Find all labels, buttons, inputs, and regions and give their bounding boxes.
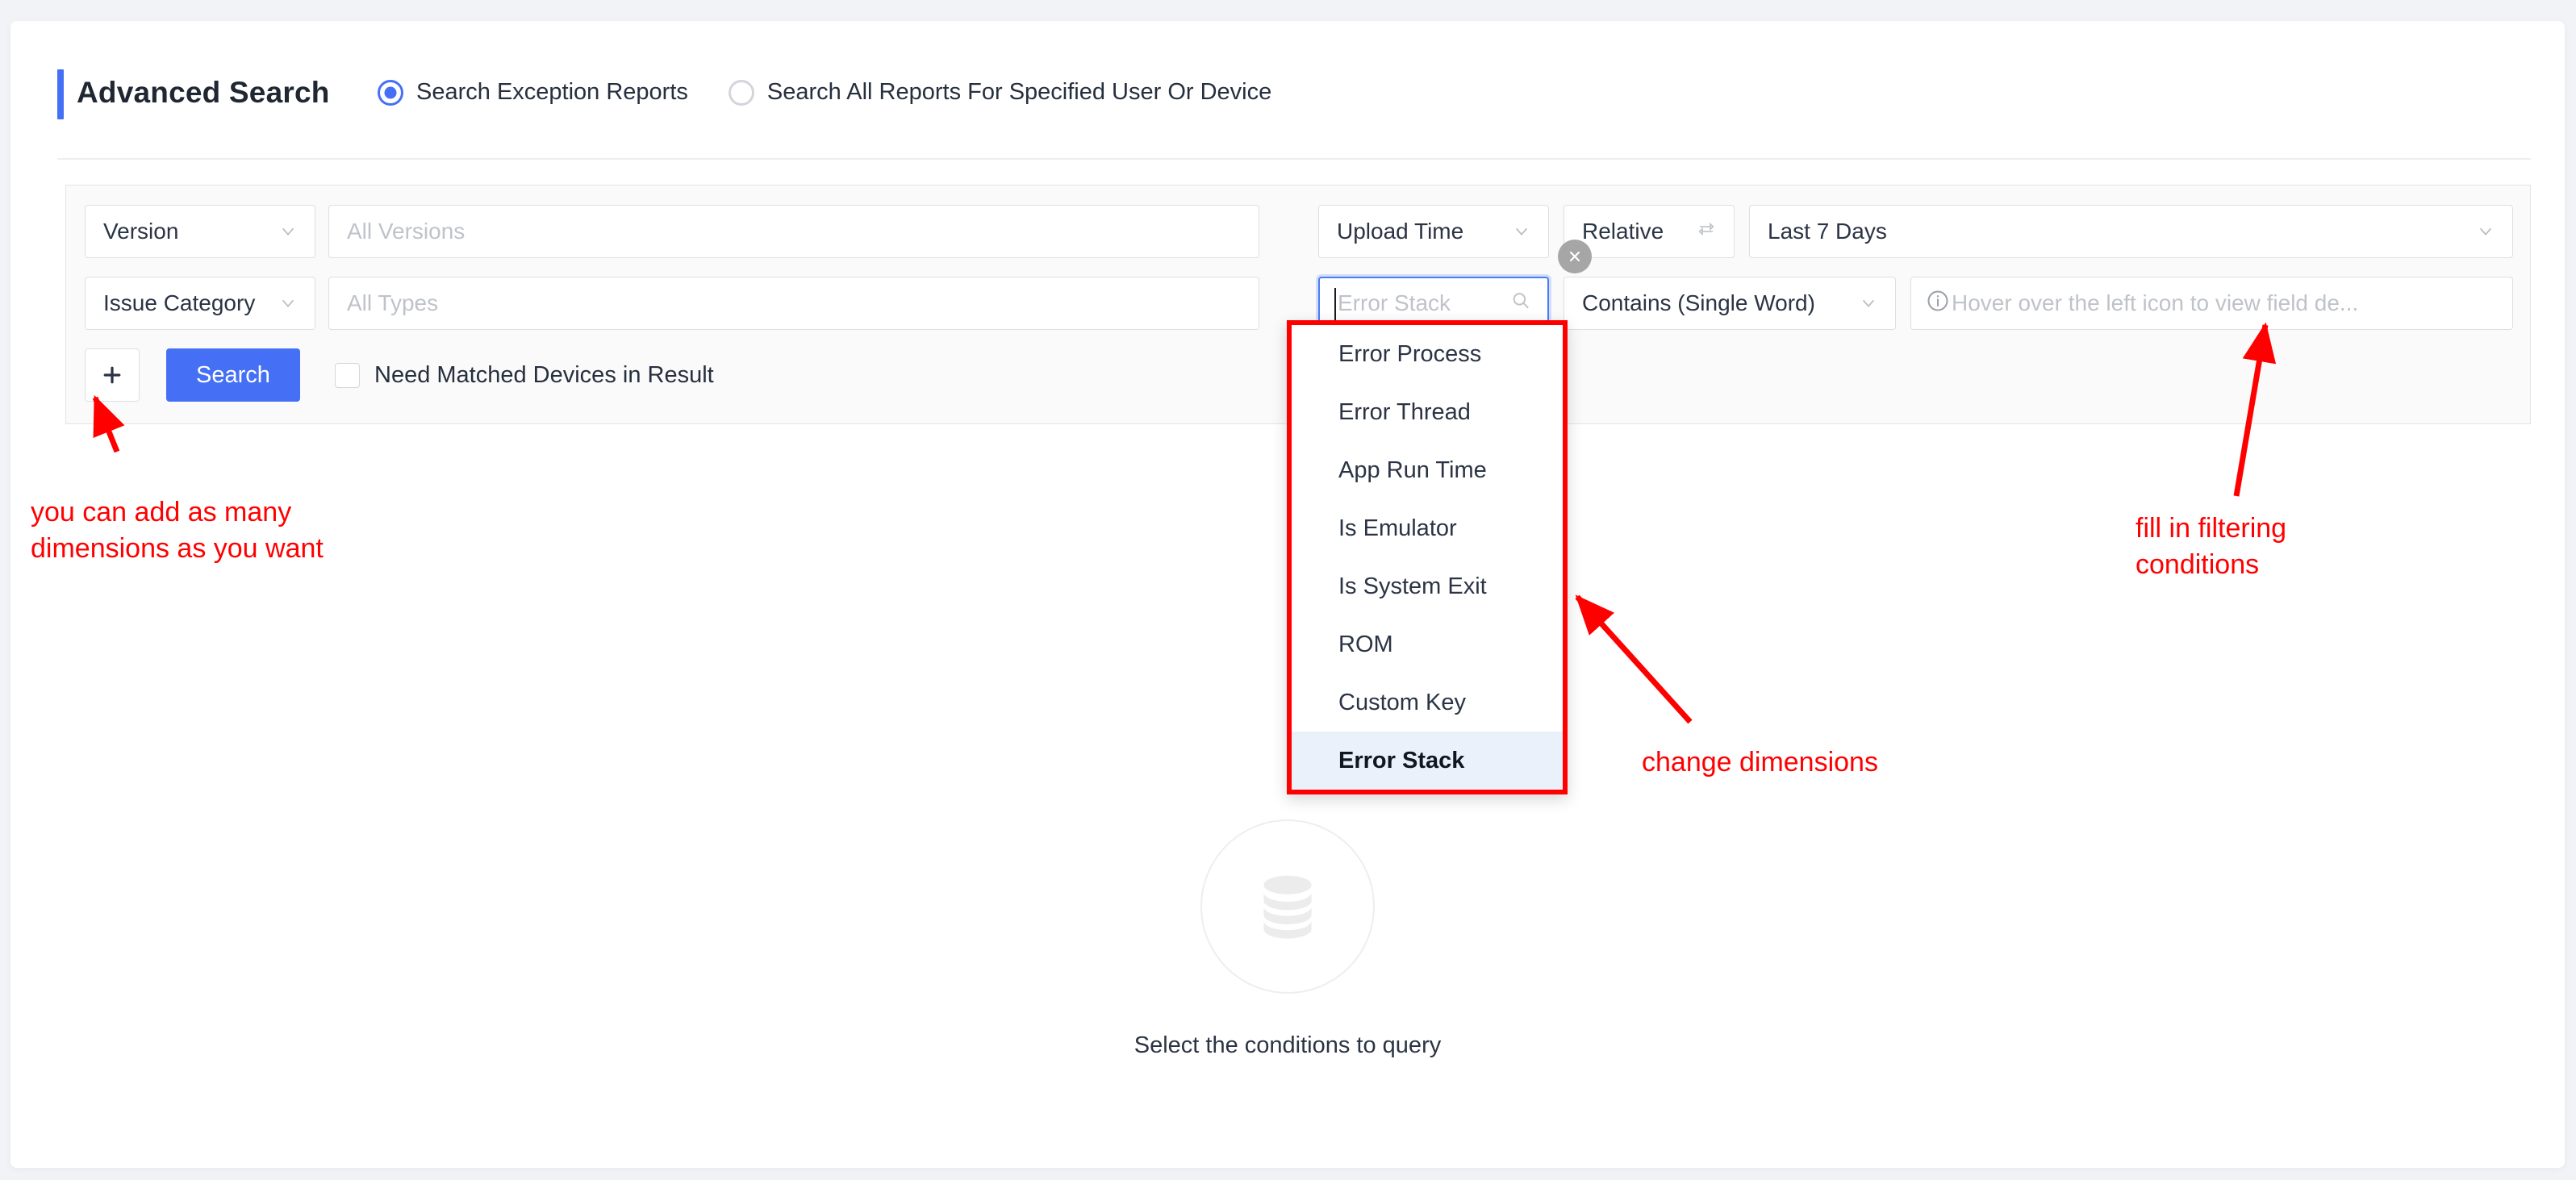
value-input-all-types-placeholder: All Types [347, 290, 439, 315]
dropdown-item-rom[interactable]: ROM [1292, 615, 1563, 673]
radio-search-exception-reports[interactable]: Search Exception Reports [378, 79, 688, 106]
dimension-select-upload-time[interactable]: Upload Time [1318, 205, 1549, 258]
dropdown-item-error-thread[interactable]: Error Thread [1292, 383, 1563, 441]
dimension-select-version[interactable]: Version [85, 205, 315, 258]
search-button-label: Search [196, 361, 270, 388]
radio-off-icon[interactable] [728, 79, 754, 106]
dimension-select-issue-category[interactable]: Issue Category [85, 277, 315, 330]
dimension-select-upload-time-label: Upload Time [1337, 219, 1464, 244]
condition-value-input[interactable]: Hover over the left icon to view field d… [1910, 277, 2513, 330]
dropdown-item-is-emulator[interactable]: Is Emulator [1292, 499, 1563, 557]
chevron-down-icon [1513, 223, 1530, 240]
chevron-down-icon [279, 294, 297, 312]
dropdown-item-error-stack[interactable]: Error Stack [1292, 732, 1563, 790]
chevron-down-icon [1860, 294, 1877, 312]
add-dimension-button[interactable] [85, 348, 140, 402]
dropdown-item-app-run-time[interactable]: App Run Time [1292, 441, 1563, 499]
dimension-dropdown-menu[interactable]: Error Process Error Thread App Run Time … [1287, 320, 1568, 794]
radio-search-all-reports[interactable]: Search All Reports For Specified User Or… [728, 79, 1272, 106]
operator-select-value: Contains (Single Word) [1582, 290, 1815, 315]
text-caret [1334, 288, 1336, 320]
dropdown-item-custom-key[interactable]: Custom Key [1292, 673, 1563, 732]
search-icon [1510, 290, 1531, 317]
radio-label-exception-reports: Search Exception Reports [416, 79, 688, 105]
radio-on-icon[interactable] [378, 79, 403, 106]
need-matched-devices-checkbox[interactable]: Need Matched Devices in Result [335, 348, 714, 402]
operator-select-contains[interactable]: Contains (Single Word) [1564, 277, 1896, 330]
time-range-select-value: Last 7 Days [1768, 219, 1887, 244]
database-icon [1263, 875, 1312, 939]
chevron-down-icon [279, 223, 297, 240]
swap-icon[interactable] [1697, 219, 1716, 244]
radio-label-all-reports: Search All Reports For Specified User Or… [766, 79, 1272, 105]
remove-condition-button[interactable] [1558, 240, 1592, 273]
dimension-select-issue-category-label: Issue Category [103, 290, 256, 315]
empty-state-message: Select the conditions to query [1134, 1032, 1442, 1058]
checkbox-box[interactable] [335, 362, 360, 388]
empty-state: Select the conditions to query [10, 819, 2565, 1059]
checkbox-label: Need Matched Devices in Result [374, 361, 714, 388]
dimension-search-input-placeholder: Error Stack [1338, 290, 1451, 315]
chevron-down-icon [2477, 223, 2495, 240]
value-input-all-types[interactable]: All Types [328, 277, 1259, 330]
page-header: Advanced Search Search Exception Reports… [10, 21, 2565, 160]
condition-value-input-placeholder: Hover over the left icon to view field d… [1952, 290, 2359, 315]
dimension-select-version-label: Version [103, 219, 179, 244]
page-title: Advanced Search [77, 76, 330, 109]
info-icon[interactable] [1926, 289, 1950, 319]
dropdown-item-is-system-exit[interactable]: Is System Exit [1292, 557, 1563, 615]
annotation-add-dimensions: you can add as many dimensions as you wa… [31, 497, 324, 564]
search-button[interactable]: Search [166, 348, 300, 402]
annotation-change-dimensions: change dimensions [1642, 747, 1878, 778]
empty-state-icon-circle [1200, 819, 1375, 994]
time-range-select-last-7-days[interactable]: Last 7 Days [1749, 205, 2513, 258]
app-root: Advanced Search Search Exception Reports… [0, 0, 2576, 1180]
value-input-all-versions-placeholder: All Versions [347, 219, 466, 244]
close-icon [1569, 251, 1580, 262]
value-input-all-versions[interactable]: All Versions [328, 205, 1259, 258]
title-accent-bar [57, 69, 64, 119]
header-divider [57, 158, 2531, 160]
search-mode-radio-group: Search Exception Reports Search All Repo… [378, 79, 1271, 106]
annotation-fill-conditions: fill in filtering conditions [2136, 513, 2287, 580]
dropdown-item-error-process[interactable]: Error Process [1292, 325, 1563, 383]
